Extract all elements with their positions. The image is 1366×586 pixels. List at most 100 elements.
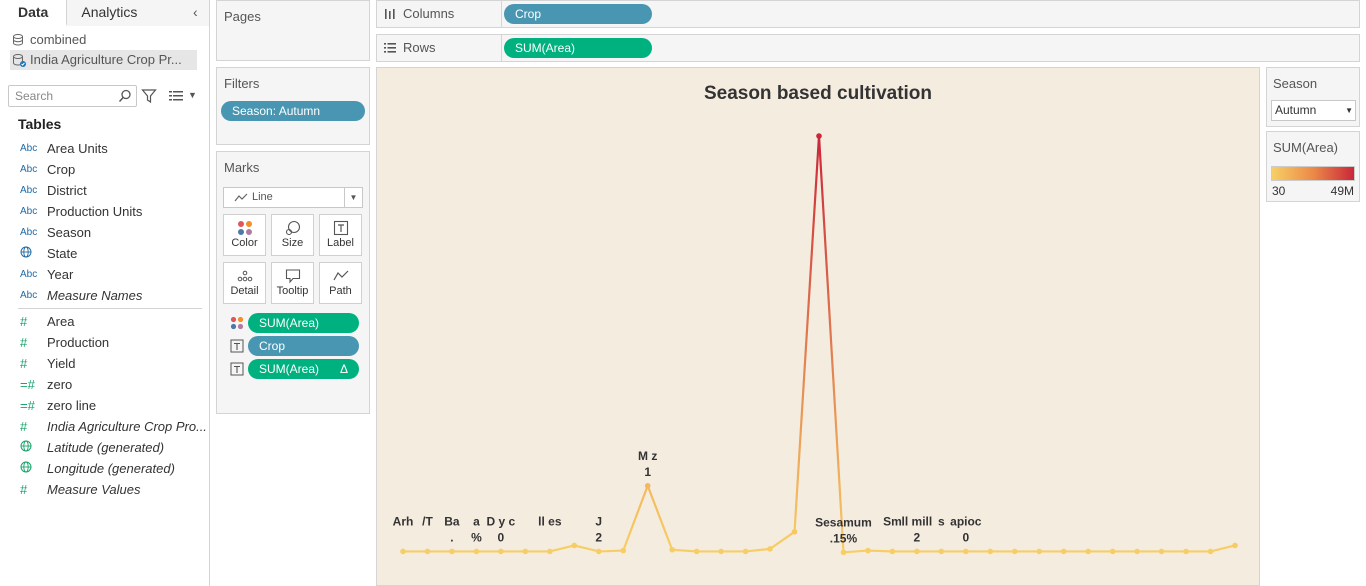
data-point[interactable] xyxy=(938,548,945,555)
data-point[interactable] xyxy=(1109,548,1116,555)
line-segment[interactable] xyxy=(1209,544,1237,553)
size-button[interactable]: Size xyxy=(271,214,314,256)
data-point[interactable] xyxy=(963,548,969,555)
line-segment[interactable] xyxy=(597,549,625,553)
data-point[interactable] xyxy=(595,548,602,555)
data-point[interactable] xyxy=(1232,542,1238,549)
line-segment[interactable] xyxy=(842,549,870,554)
field-item[interactable]: Abc District xyxy=(0,180,210,201)
data-point[interactable] xyxy=(644,482,651,489)
season-dropdown[interactable]: Autumn ▼ xyxy=(1271,100,1356,121)
line-segment[interactable] xyxy=(646,484,674,551)
field-item[interactable]: # Yield xyxy=(0,353,210,374)
label-pill-sum-area[interactable]: SUM(Area) Δ xyxy=(248,359,359,379)
line-segment[interactable] xyxy=(744,547,772,553)
field-item[interactable]: =# zero xyxy=(0,374,210,395)
data-point[interactable] xyxy=(914,548,920,555)
data-point[interactable] xyxy=(889,548,896,555)
field-item[interactable]: Latitude (generated) xyxy=(0,437,210,458)
filter-icon[interactable] xyxy=(141,88,157,104)
data-point[interactable] xyxy=(718,548,724,555)
line-segment[interactable] xyxy=(671,548,698,553)
data-point[interactable] xyxy=(571,542,578,549)
tab-data[interactable]: Data xyxy=(0,0,68,26)
field-item[interactable]: Abc Crop xyxy=(0,159,210,180)
data-point[interactable] xyxy=(767,546,773,552)
field-item[interactable]: Abc Season xyxy=(0,222,210,243)
filters-card[interactable]: Filters Season: Autumn xyxy=(216,67,370,145)
field-item[interactable]: State xyxy=(0,243,210,264)
data-point[interactable] xyxy=(742,548,749,555)
color-dots-icon xyxy=(230,316,244,330)
line-segment[interactable] xyxy=(768,530,796,550)
data-point[interactable] xyxy=(1011,548,1018,555)
data-point[interactable] xyxy=(424,548,431,555)
color-legend-card[interactable]: SUM(Area) 30 49M xyxy=(1266,131,1360,202)
data-point[interactable] xyxy=(987,548,994,555)
rows-shelf[interactable]: Rows SUM(Area) xyxy=(376,34,1360,62)
data-point[interactable] xyxy=(1085,548,1091,555)
data-point[interactable] xyxy=(400,548,406,555)
line-segment[interactable] xyxy=(548,544,576,553)
pages-card[interactable]: Pages xyxy=(216,0,370,61)
color-pill-sum-area[interactable]: SUM(Area) xyxy=(248,313,359,333)
datasource-item-selected[interactable]: India Agriculture Crop Pr... xyxy=(10,50,197,70)
mark-type-select[interactable]: Line ▼ xyxy=(223,187,363,208)
globe-icon xyxy=(20,458,42,479)
data-point[interactable] xyxy=(473,548,480,555)
columns-pill-crop[interactable]: Crop xyxy=(504,4,652,24)
line-segment[interactable] xyxy=(866,549,894,553)
search-icon[interactable] xyxy=(118,89,132,103)
data-point[interactable] xyxy=(693,548,700,555)
data-point[interactable] xyxy=(449,548,455,555)
collapse-pane-icon[interactable]: ‹ xyxy=(193,4,198,20)
data-point[interactable] xyxy=(547,548,553,555)
data-point[interactable] xyxy=(1207,548,1214,555)
line-chart[interactable]: Arh/T Ba. a% D y c 0 ll es J 2 M z 1 Sesamum .15% Sm… xyxy=(377,68,1259,585)
detail-button[interactable]: Detail xyxy=(223,262,266,304)
field-item[interactable]: Abc Production Units xyxy=(0,201,210,222)
tooltip-button-label: Tooltip xyxy=(276,285,309,297)
field-item[interactable]: # Measure Values xyxy=(0,479,210,500)
data-point[interactable] xyxy=(865,547,871,554)
columns-shelf[interactable]: Columns Crop xyxy=(376,0,1360,28)
data-point[interactable] xyxy=(816,133,822,139)
rows-pill-sum-area[interactable]: SUM(Area) xyxy=(504,38,652,58)
data-point[interactable] xyxy=(840,549,847,556)
line-segment[interactable] xyxy=(793,134,821,533)
chevron-down-icon[interactable]: ▼ xyxy=(188,90,197,100)
color-legend-max: 49M xyxy=(1330,184,1354,198)
data-point[interactable] xyxy=(522,548,529,555)
chart-area[interactable]: Season based cultivation Arh/T Ba. a% D y c… xyxy=(376,67,1260,586)
field-item[interactable]: # India Agriculture Crop Pro... xyxy=(0,416,210,437)
tooltip-button[interactable]: Tooltip xyxy=(271,262,314,304)
field-item[interactable]: Longitude (generated) xyxy=(0,458,210,479)
field-item[interactable]: Abc Area Units xyxy=(0,138,210,159)
field-item[interactable]: # Production xyxy=(0,332,210,353)
line-segment[interactable] xyxy=(622,484,649,552)
data-point[interactable] xyxy=(1158,548,1165,555)
list-view-icon[interactable] xyxy=(168,89,184,103)
field-item[interactable]: # Area xyxy=(0,311,210,332)
tab-analytics[interactable]: Analytics xyxy=(67,0,209,26)
line-segment[interactable] xyxy=(817,134,845,554)
data-point[interactable] xyxy=(498,548,504,555)
label-pill-crop[interactable]: Crop xyxy=(248,336,359,356)
datasource-item[interactable]: combined xyxy=(10,30,197,50)
data-point[interactable] xyxy=(1060,548,1067,555)
field-item[interactable]: Abc Year xyxy=(0,264,210,285)
mark-type-label: Line xyxy=(252,191,273,203)
data-point[interactable] xyxy=(791,529,798,535)
data-point[interactable] xyxy=(1183,548,1189,555)
path-button[interactable]: Path xyxy=(319,262,362,304)
field-item[interactable]: =# zero line xyxy=(0,395,210,416)
data-point[interactable] xyxy=(669,546,675,553)
data-point[interactable] xyxy=(620,547,627,554)
field-item[interactable]: Abc Measure Names xyxy=(0,285,210,306)
line-segment[interactable] xyxy=(573,544,600,553)
label-button[interactable]: Label xyxy=(319,214,362,256)
data-point[interactable] xyxy=(1134,548,1140,555)
color-button[interactable]: Color xyxy=(223,214,266,256)
season-filter-pill[interactable]: Season: Autumn xyxy=(221,101,365,121)
data-point[interactable] xyxy=(1036,548,1043,555)
